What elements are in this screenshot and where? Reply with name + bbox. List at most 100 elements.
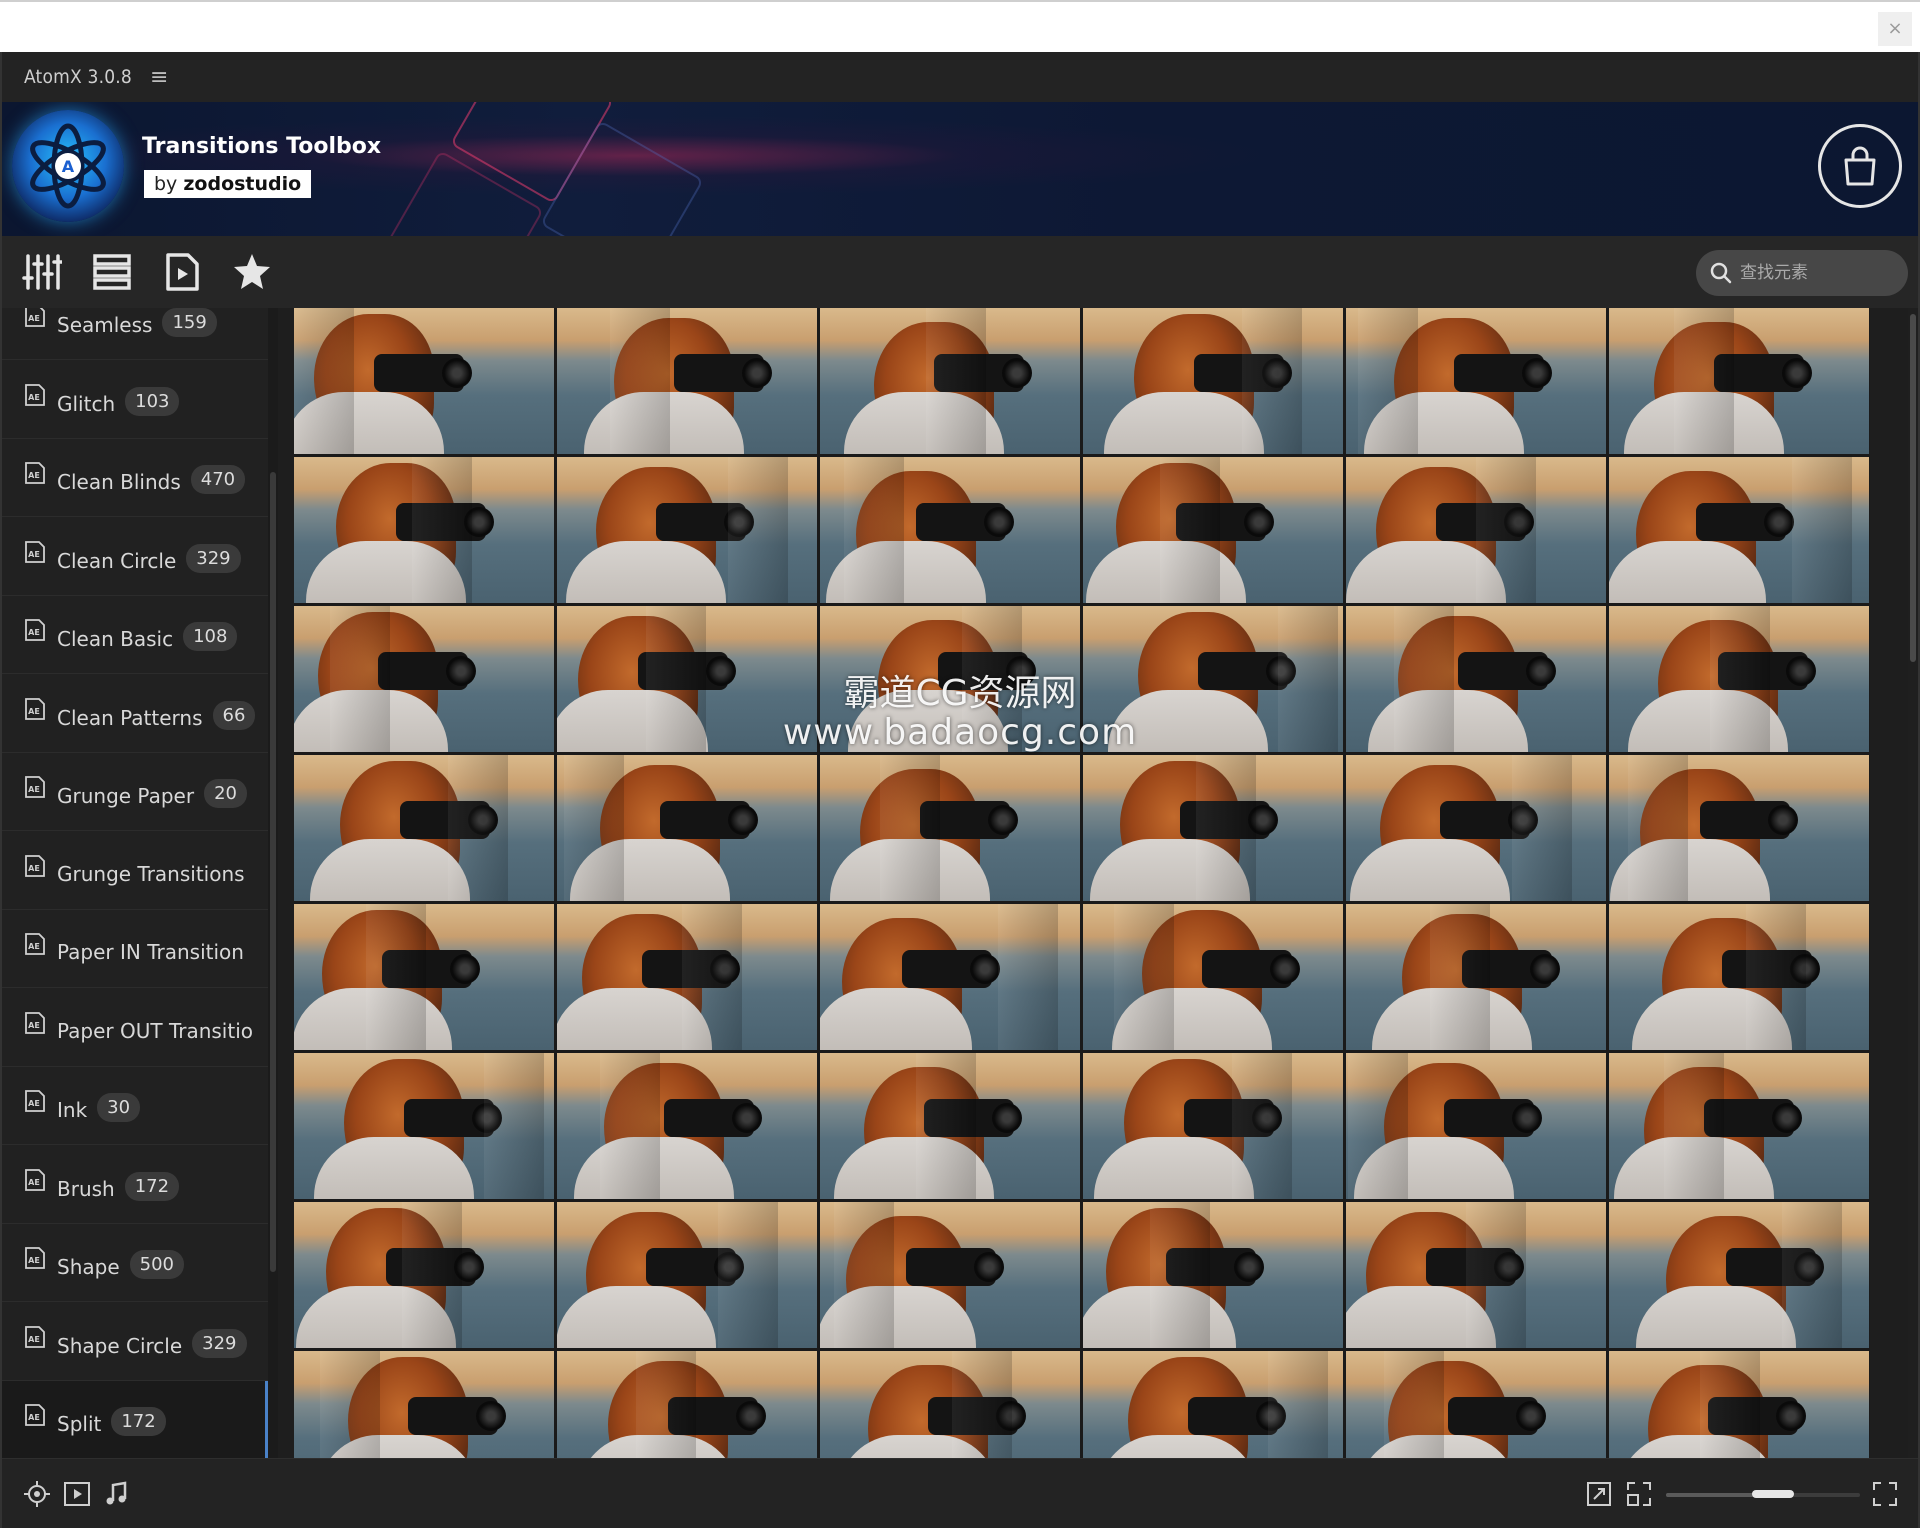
sidebar-item[interactable]: AE Paper IN Transition [2, 910, 268, 988]
music-button[interactable] [102, 1479, 132, 1509]
transition-preview-thumbnail[interactable] [557, 1202, 817, 1348]
after-effects-file-icon: AE [25, 776, 45, 798]
transition-preview-thumbnail[interactable] [820, 904, 1080, 1050]
transition-preview-thumbnail[interactable] [1083, 1351, 1343, 1458]
transition-preview-thumbnail[interactable] [294, 1053, 554, 1199]
shopping-bag-icon [1844, 146, 1876, 186]
transition-preview-thumbnail[interactable] [1346, 457, 1606, 603]
search-box[interactable] [1696, 250, 1908, 296]
sidebar-item[interactable]: AE Grunge Transitions [2, 832, 268, 910]
transition-preview-thumbnail[interactable] [1346, 308, 1606, 454]
transition-preview-thumbnail[interactable] [294, 457, 554, 603]
grid-scrollbar-thumb[interactable] [1910, 314, 1916, 662]
transition-preview-thumbnail[interactable] [294, 755, 554, 901]
fullscreen-button[interactable] [1870, 1479, 1900, 1509]
category-name: Shape [57, 1255, 120, 1279]
sidebar-item[interactable]: AE Brush 172 [2, 1146, 268, 1224]
transition-preview-thumbnail[interactable] [820, 1202, 1080, 1348]
preview-grid [294, 308, 1869, 1458]
transition-preview-thumbnail[interactable] [820, 1351, 1080, 1458]
transition-preview-thumbnail[interactable] [1083, 308, 1343, 454]
app-title: AtomX 3.0.8 [24, 66, 132, 88]
transition-preview-thumbnail[interactable] [1609, 904, 1869, 1050]
transition-preview-thumbnail[interactable] [1083, 1202, 1343, 1348]
window-close-button[interactable]: × [1878, 12, 1912, 46]
transition-preview-thumbnail[interactable] [1609, 1053, 1869, 1199]
sidebar-scrollbar-thumb[interactable] [270, 472, 276, 1272]
transition-preview-thumbnail[interactable] [1609, 457, 1869, 603]
after-effects-file-icon: AE [25, 1247, 45, 1269]
category-name: Paper IN Transition [57, 940, 244, 964]
transition-preview-thumbnail[interactable] [294, 1351, 554, 1458]
sliders-button[interactable] [20, 250, 64, 294]
sidebar-item[interactable]: AE Paper OUT Transitio [2, 989, 268, 1067]
category-name: Shape Circle [57, 1333, 183, 1358]
shop-button[interactable] [1818, 124, 1902, 208]
transition-preview-thumbnail[interactable] [294, 1202, 554, 1348]
transition-preview-thumbnail[interactable] [294, 308, 554, 454]
preview-grid-area [294, 308, 1870, 1458]
sidebar-item[interactable]: AE Ink 30 [2, 1067, 268, 1145]
transition-preview-thumbnail[interactable] [1346, 755, 1606, 901]
svg-text:AE: AE [28, 1099, 40, 1108]
video-file-icon [166, 253, 199, 291]
transition-preview-thumbnail[interactable] [820, 755, 1080, 901]
star-icon [234, 254, 270, 289]
hamburger-icon[interactable]: ≡ [150, 65, 168, 90]
transition-preview-thumbnail[interactable] [1346, 1351, 1606, 1458]
transition-preview-thumbnail[interactable] [1083, 904, 1343, 1050]
svg-text:AE: AE [28, 550, 40, 559]
zoom-slider-handle[interactable] [1751, 1490, 1794, 1498]
sidebar-item[interactable]: AE Split 172 [2, 1381, 268, 1458]
transition-preview-thumbnail[interactable] [557, 308, 817, 454]
sidebar-item-label: Glitch 103 [57, 386, 180, 420]
transition-preview-thumbnail[interactable] [557, 1351, 817, 1458]
after-effects-file-icon: AE [25, 1090, 45, 1112]
svg-text:AE: AE [28, 628, 40, 637]
atomx-logo-icon: A [12, 110, 124, 222]
category-name: Grunge Transitions [57, 861, 245, 886]
fit-button[interactable] [1624, 1479, 1654, 1509]
transition-preview-thumbnail[interactable] [1346, 1202, 1606, 1348]
search-input[interactable] [1740, 263, 1890, 283]
transition-preview-thumbnail[interactable] [294, 904, 554, 1050]
transition-preview-thumbnail[interactable] [557, 1053, 817, 1199]
transition-preview-thumbnail[interactable] [1609, 755, 1869, 901]
transition-preview-thumbnail[interactable] [1083, 1053, 1343, 1199]
transition-preview-thumbnail[interactable] [1609, 1202, 1869, 1348]
sidebar-item[interactable]: AE Clean Circle 329 [2, 518, 268, 596]
sidebar-item[interactable]: AE Grunge Paper 20 [2, 753, 268, 831]
transition-preview-thumbnail[interactable] [1083, 457, 1343, 603]
transition-preview-thumbnail[interactable] [557, 755, 817, 901]
sidebar-item[interactable]: AE Seamless 159 [2, 308, 268, 360]
zoom-slider[interactable] [1666, 1490, 1860, 1498]
after-effects-file-icon: AE [25, 1325, 45, 1348]
after-effects-file-icon: AE [25, 462, 45, 484]
favorites-button[interactable] [230, 250, 274, 294]
statusbar [2, 1458, 1918, 1528]
transition-preview-thumbnail[interactable] [1609, 308, 1869, 454]
search-icon [1710, 262, 1732, 284]
transition-preview-thumbnail[interactable] [820, 1053, 1080, 1199]
sidebar-item[interactable]: AE Clean Basic 108 [2, 596, 268, 674]
list-view-button[interactable] [90, 250, 134, 294]
transition-preview-thumbnail[interactable] [820, 457, 1080, 603]
count-badge: 103 [125, 386, 180, 416]
expand-button[interactable] [1584, 1479, 1614, 1509]
sidebar-item[interactable]: AE Shape Circle 329 [2, 1303, 268, 1381]
video-file-button[interactable] [160, 250, 204, 294]
count-badge: 159 [162, 308, 217, 337]
watermark-url: www.badaocg.com [782, 712, 1138, 753]
sidebar-item[interactable]: AE Shape 500 [2, 1224, 268, 1302]
video-frame-button[interactable] [62, 1479, 92, 1509]
transition-preview-thumbnail[interactable] [820, 308, 1080, 454]
transition-preview-thumbnail[interactable] [557, 457, 817, 603]
sidebar-item[interactable]: AE Clean Blinds 470 [2, 439, 268, 517]
transition-preview-thumbnail[interactable] [1346, 1053, 1606, 1199]
transition-preview-thumbnail[interactable] [1083, 755, 1343, 901]
transition-preview-thumbnail[interactable] [1609, 1351, 1869, 1458]
target-button[interactable] [22, 1479, 52, 1509]
transition-preview-thumbnail[interactable] [557, 904, 817, 1050]
sidebar-item[interactable]: AE Glitch 103 [2, 361, 268, 439]
transition-preview-thumbnail[interactable] [1346, 904, 1606, 1050]
